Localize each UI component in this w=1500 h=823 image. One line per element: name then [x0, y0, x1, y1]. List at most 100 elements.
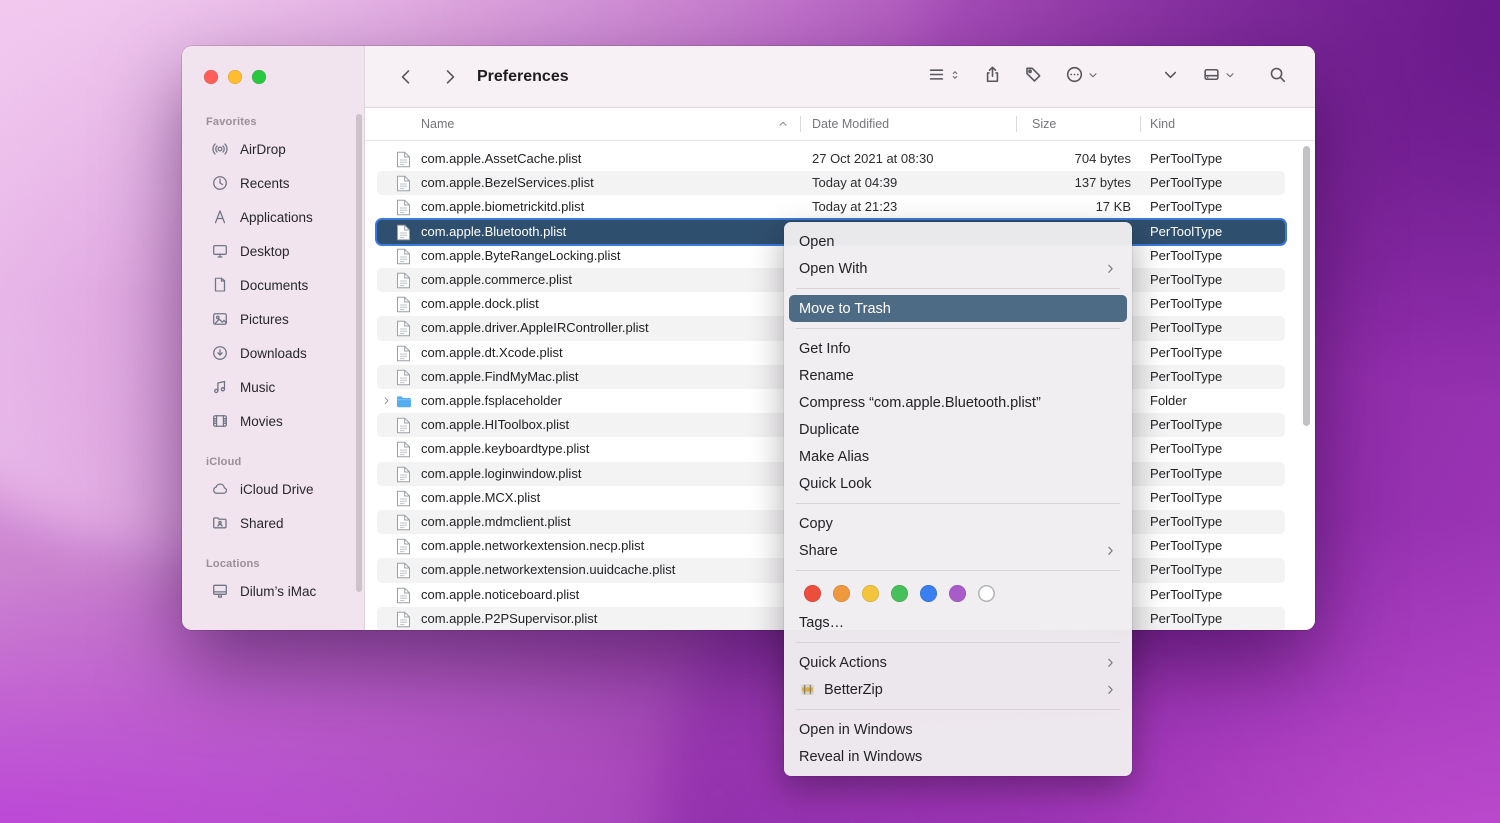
- forward-button[interactable]: [440, 67, 459, 86]
- menu-item-duplicate[interactable]: Duplicate: [789, 416, 1127, 443]
- file-row-com-apple-bezelservices-plist[interactable]: com.apple.BezelServices.plistToday at 04…: [377, 171, 1285, 195]
- column-header-name[interactable]: Name: [421, 108, 454, 140]
- plist-file-icon: [396, 320, 411, 337]
- tag-color-purple[interactable]: [949, 585, 966, 602]
- menu-item-label: BetterZip: [824, 682, 1096, 698]
- column-header-kind[interactable]: Kind: [1150, 108, 1175, 140]
- menu-item-label: Open in Windows: [799, 722, 1117, 738]
- toolbar-overflow-button[interactable]: [1161, 65, 1180, 89]
- submenu-chevron-icon: [1104, 544, 1117, 557]
- file-kind: PerToolType: [1150, 341, 1222, 365]
- menu-item-betterzip[interactable]: BetterZip: [789, 676, 1127, 703]
- minimize-button[interactable]: [228, 70, 242, 84]
- search-icon: [1268, 65, 1287, 89]
- sidebar-item-airdrop[interactable]: AirDrop: [190, 132, 356, 166]
- file-size: 137 bytes: [1012, 171, 1131, 195]
- sidebar-item-music[interactable]: Music: [190, 370, 356, 404]
- close-button[interactable]: [204, 70, 218, 84]
- movies-icon: [211, 412, 229, 430]
- toolbar-actions: [927, 65, 1315, 89]
- file-kind: PerToolType: [1150, 510, 1222, 534]
- menu-item-open[interactable]: Open: [789, 228, 1127, 255]
- search-button[interactable]: [1268, 65, 1287, 89]
- menu-item-reveal-in-windows[interactable]: Reveal in Windows: [789, 743, 1127, 770]
- file-name: com.apple.FindMyMac.plist: [421, 365, 579, 389]
- tag-color-orange[interactable]: [833, 585, 850, 602]
- more-actions-button[interactable]: [1065, 65, 1099, 89]
- column-header-date-modified[interactable]: Date Modified: [812, 108, 889, 140]
- sidebar-item-movies[interactable]: Movies: [190, 404, 356, 438]
- desktop: FavoritesAirDropRecentsApplicationsDeskt…: [0, 0, 1500, 823]
- file-name: com.apple.noticeboard.plist: [421, 583, 579, 607]
- file-name: com.apple.MCX.plist: [421, 486, 540, 510]
- toolbar: Preferences: [365, 46, 1315, 108]
- sidebar-item-pictures[interactable]: Pictures: [190, 302, 356, 336]
- menu-item-copy[interactable]: Copy: [789, 510, 1127, 537]
- menu-item-label: Make Alias: [799, 449, 1117, 465]
- menu-item-tags[interactable]: Tags…: [789, 609, 1127, 636]
- file-row-com-apple-biometrickitd-plist[interactable]: com.apple.biometrickitd.plistToday at 21…: [377, 195, 1285, 219]
- disclosure-chevron-icon[interactable]: [381, 390, 393, 414]
- view-mode-button[interactable]: [927, 65, 961, 89]
- sidebar-item-label: Desktop: [240, 244, 290, 259]
- menu-item-quick-look[interactable]: Quick Look: [789, 470, 1127, 497]
- column-divider: [1016, 116, 1017, 132]
- menu-item-label: Quick Actions: [799, 655, 1096, 671]
- back-button[interactable]: [397, 67, 416, 86]
- sidebar-item-recents[interactable]: Recents: [190, 166, 356, 200]
- menu-separator: [796, 709, 1120, 710]
- menu-item-move-to-trash[interactable]: Move to Trash: [789, 295, 1127, 322]
- folder-icon: [396, 393, 411, 410]
- tag-color-blue[interactable]: [920, 585, 937, 602]
- sidebar-section: FavoritesAirDropRecentsApplicationsDeskt…: [182, 112, 364, 438]
- desktop-icon: [211, 242, 229, 260]
- document-icon: [211, 276, 229, 294]
- menu-item-compress-com-apple-bluetooth-plist[interactable]: Compress “com.apple.Bluetooth.plist”: [789, 389, 1127, 416]
- sidebar-item-label: Movies: [240, 414, 283, 429]
- menu-item-quick-actions[interactable]: Quick Actions: [789, 649, 1127, 676]
- sidebar-scrollbar[interactable]: [356, 114, 362, 592]
- file-kind: PerToolType: [1150, 462, 1222, 486]
- device-button[interactable]: [1202, 65, 1236, 89]
- sidebar: FavoritesAirDropRecentsApplicationsDeskt…: [182, 46, 365, 630]
- file-kind: PerToolType: [1150, 171, 1222, 195]
- sidebar-item-icloud-drive[interactable]: iCloud Drive: [190, 472, 356, 506]
- tags-button[interactable]: [1024, 65, 1043, 89]
- list-scrollbar[interactable]: [1303, 146, 1310, 426]
- drive-icon: [1202, 65, 1221, 89]
- tag-color-yellow[interactable]: [862, 585, 879, 602]
- sidebar-item-shared[interactable]: Shared: [190, 506, 356, 540]
- zoom-button[interactable]: [252, 70, 266, 84]
- menu-item-label: Open With: [799, 261, 1096, 277]
- sidebar-item-downloads[interactable]: Downloads: [190, 336, 356, 370]
- sidebar-item-desktop[interactable]: Desktop: [190, 234, 356, 268]
- sidebar-item-label: Documents: [240, 278, 308, 293]
- menu-item-share[interactable]: Share: [789, 537, 1127, 564]
- menu-separator: [796, 328, 1120, 329]
- tag-color-red[interactable]: [804, 585, 821, 602]
- file-row-com-apple-assetcache-plist[interactable]: com.apple.AssetCache.plist27 Oct 2021 at…: [377, 147, 1285, 171]
- tag-color-green[interactable]: [891, 585, 908, 602]
- tag-icon: [1024, 65, 1043, 89]
- share-button[interactable]: [983, 65, 1002, 89]
- menu-item-get-info[interactable]: Get Info: [789, 335, 1127, 362]
- sort-ascending-icon: [777, 118, 789, 130]
- file-kind: PerToolType: [1150, 607, 1222, 630]
- submenu-chevron-icon: [1104, 262, 1117, 275]
- file-name: com.apple.networkextension.necp.plist: [421, 534, 644, 558]
- menu-item-rename[interactable]: Rename: [789, 362, 1127, 389]
- tag-color-none[interactable]: [978, 585, 995, 602]
- ellipsis-circle-icon: [1065, 65, 1084, 89]
- menu-item-make-alias[interactable]: Make Alias: [789, 443, 1127, 470]
- sidebar-item-dilum-s-imac[interactable]: Dilum’s iMac: [190, 574, 356, 608]
- menu-item-open-in-windows[interactable]: Open in Windows: [789, 716, 1127, 743]
- file-kind: PerToolType: [1150, 583, 1222, 607]
- file-name: com.apple.Bluetooth.plist: [421, 220, 566, 244]
- column-header-size[interactable]: Size: [1032, 108, 1056, 140]
- file-name: com.apple.mdmclient.plist: [421, 510, 571, 534]
- plist-file-icon: [396, 587, 411, 604]
- file-kind: PerToolType: [1150, 244, 1222, 268]
- menu-item-open-with[interactable]: Open With: [789, 255, 1127, 282]
- sidebar-item-documents[interactable]: Documents: [190, 268, 356, 302]
- sidebar-item-applications[interactable]: Applications: [190, 200, 356, 234]
